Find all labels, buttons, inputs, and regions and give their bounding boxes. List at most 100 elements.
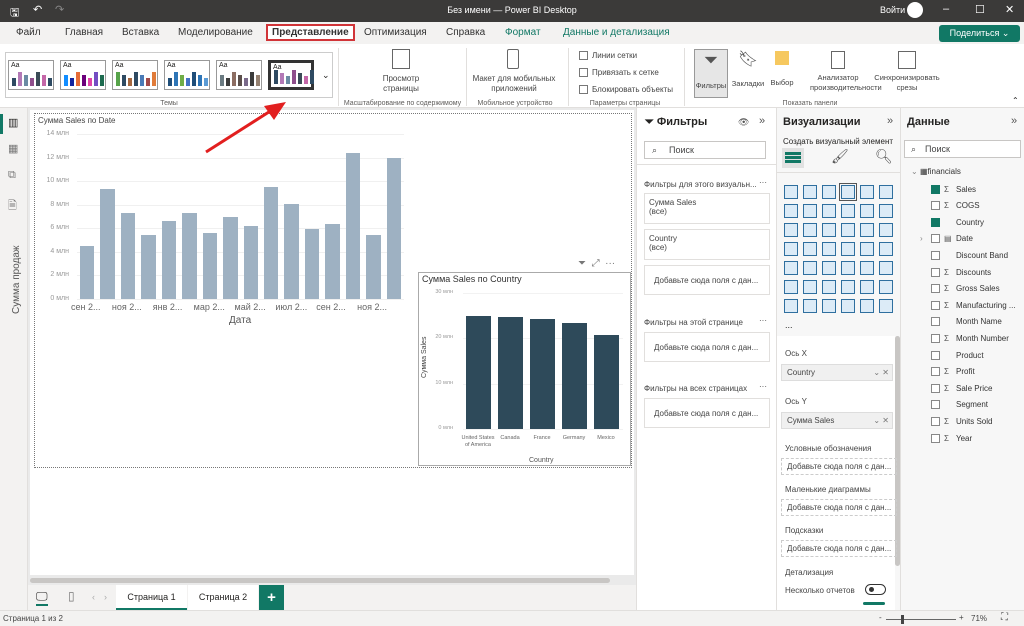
horizontal-scrollbar[interactable] xyxy=(30,578,610,583)
theme-5[interactable]: Aa xyxy=(216,60,262,90)
donut-icon[interactable] xyxy=(879,223,893,237)
field-checkbox[interactable] xyxy=(931,184,940,194)
table-view-icon[interactable]: ▦ xyxy=(8,142,18,155)
snap-grid-checkbox[interactable]: Привязать к сетке xyxy=(579,68,659,77)
table-financials[interactable]: ⌄ ▦financials xyxy=(911,167,961,176)
field-checkbox[interactable] xyxy=(931,267,940,277)
python-icon[interactable] xyxy=(784,280,798,294)
multi-card-icon[interactable] xyxy=(784,261,798,275)
share-button[interactable]: Поделиться ⌄ xyxy=(939,25,1020,42)
field-checkbox[interactable] xyxy=(931,350,940,360)
key-influencers-icon[interactable] xyxy=(803,280,817,294)
field-checkbox[interactable] xyxy=(931,416,940,426)
minimize-button[interactable]: – xyxy=(943,3,949,15)
signin-button[interactable]: Войти xyxy=(880,5,905,15)
model-view-icon[interactable]: ⧉ xyxy=(8,169,16,182)
page-tab-2[interactable]: Страница 2 xyxy=(188,585,258,610)
metrics-icon[interactable] xyxy=(841,299,855,313)
theme-3[interactable]: Aa xyxy=(112,60,158,90)
card-icon[interactable] xyxy=(879,242,893,256)
filters-pane-button[interactable]: ⏷ Фильтры xyxy=(694,49,728,98)
narrative-icon[interactable] xyxy=(860,280,874,294)
bookmarks-pane-button[interactable]: 🔖︎ Закладки xyxy=(730,49,766,98)
line-icon[interactable] xyxy=(784,204,798,218)
stacked-area-icon[interactable] xyxy=(822,204,836,218)
close-button[interactable]: ✕ xyxy=(1005,3,1014,16)
theme-4[interactable]: Aa xyxy=(164,60,210,90)
ribbon-icon[interactable] xyxy=(860,204,874,218)
field-item[interactable]: Σ Manufacturing ... xyxy=(931,299,1016,311)
field-item[interactable]: Σ Sale Price xyxy=(931,382,992,394)
field-checkbox[interactable] xyxy=(931,201,940,211)
field-item[interactable]: Month Name xyxy=(931,316,1002,328)
collapse-pane-icon[interactable]: » xyxy=(1011,115,1017,127)
chevrons-icon[interactable] xyxy=(879,299,893,313)
maximize-button[interactable]: ☐ xyxy=(975,3,985,16)
matrix-icon[interactable] xyxy=(860,261,874,275)
more-options-icon[interactable]: ··· xyxy=(759,178,767,187)
next-page-icon[interactable]: › xyxy=(104,592,107,602)
100-column-icon[interactable] xyxy=(879,185,893,199)
tab-help[interactable]: Справка xyxy=(446,27,485,38)
mobile-layout-icon[interactable]: ▯ xyxy=(68,589,75,603)
prev-page-icon[interactable]: ‹ xyxy=(92,592,95,602)
table-icon[interactable] xyxy=(841,261,855,275)
clustered-column-icon[interactable] xyxy=(839,183,857,201)
collapse-pane-icon[interactable]: » xyxy=(887,115,893,127)
data-search-input[interactable]: ⌕ Поиск xyxy=(904,140,1021,158)
100-bar-icon[interactable] xyxy=(860,185,874,199)
field-checkbox[interactable] xyxy=(931,433,940,443)
collapse-ribbon-icon[interactable]: ⌃ xyxy=(1012,96,1019,105)
visual-sales-by-country[interactable]: Сумма Sales по Country Сумма Sales Count… xyxy=(418,272,631,466)
filter-card-country[interactable]: Country (все) xyxy=(644,229,770,260)
tab-modeling[interactable]: Моделирование xyxy=(178,27,253,38)
more-options-icon[interactable]: ··· xyxy=(605,258,615,269)
field-checkbox[interactable] xyxy=(931,300,940,310)
treemap-icon[interactable] xyxy=(784,242,798,256)
field-item[interactable]: Country xyxy=(931,216,984,228)
kpi-icon[interactable] xyxy=(803,261,817,275)
power-apps-icon[interactable] xyxy=(803,299,817,313)
desktop-layout-icon[interactable]: 🖵 xyxy=(36,589,48,606)
build-visual-tab[interactable] xyxy=(782,148,804,168)
area-icon[interactable] xyxy=(803,204,817,218)
x-axis-field[interactable]: Country ⌄ ✕ xyxy=(781,364,893,381)
waterfall-icon[interactable] xyxy=(803,223,817,237)
zoom-slider[interactable] xyxy=(886,619,956,620)
field-item[interactable]: Σ Month Number xyxy=(931,332,1009,344)
mobile-layout-button[interactable]: Макет для мобильных приложений xyxy=(470,74,558,94)
gridlines-checkbox[interactable]: Линии сетки xyxy=(579,51,637,60)
zoom-slider-thumb[interactable] xyxy=(900,615,904,624)
page-filter-drop-zone[interactable]: Добавьте сюда поля с дан... xyxy=(644,332,770,362)
filled-map-icon[interactable] xyxy=(822,242,836,256)
diamond-icon[interactable] xyxy=(860,299,874,313)
field-checkbox[interactable] xyxy=(931,284,940,294)
waterfall-a-icon[interactable] xyxy=(879,204,893,218)
add-page-button[interactable]: + xyxy=(259,585,284,610)
focus-mode-icon[interactable]: ⤢ xyxy=(592,258,600,269)
more-options-icon[interactable]: ··· xyxy=(759,382,767,391)
more-options-icon[interactable]: ··· xyxy=(759,316,767,325)
field-item[interactable]: Σ Gross Sales xyxy=(931,283,1000,295)
report-view-icon[interactable]: ▥ xyxy=(8,116,18,129)
r-visual-icon[interactable] xyxy=(879,261,893,275)
tab-optimize[interactable]: Оптимизация xyxy=(364,27,427,38)
tooltips-drop-zone[interactable]: Добавьте сюда поля с дан... xyxy=(781,540,897,557)
zoom-out-button[interactable]: - xyxy=(879,613,882,622)
qa-icon[interactable] xyxy=(841,280,855,294)
format-visual-icon[interactable]: 🖌︎ xyxy=(831,148,849,165)
scatter-icon[interactable] xyxy=(841,223,855,237)
field-item[interactable]: Σ Discounts xyxy=(931,266,991,278)
filter-icon[interactable]: ⏷ xyxy=(578,258,586,269)
field-item[interactable]: Segment xyxy=(931,399,988,411)
tab-data-drill[interactable]: Данные и детализация xyxy=(563,27,670,38)
field-item[interactable]: Σ Profit xyxy=(931,366,975,378)
analytics-icon[interactable]: 🔍︎ xyxy=(875,148,893,165)
theme-1[interactable]: Aa xyxy=(8,60,54,90)
field-item[interactable]: Discount Band xyxy=(931,249,1008,261)
tab-insert[interactable]: Вставка xyxy=(122,27,159,38)
small-multiples-drop-zone[interactable]: Добавьте сюда поля с дан... xyxy=(781,499,897,516)
legend-drop-zone[interactable]: Добавьте сюда поля с дан... xyxy=(781,458,897,475)
performance-analyzer-button[interactable]: Анализатор производительности xyxy=(810,49,882,98)
zoom-in-button[interactable]: + xyxy=(959,613,964,622)
